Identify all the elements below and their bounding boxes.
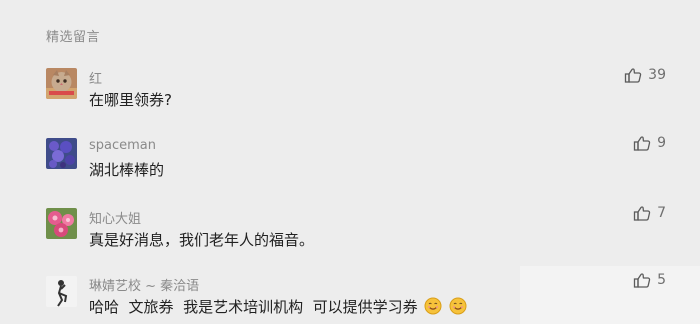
comment-text: 哈哈 文旅券 我是艺术培训机构 可以提供学习券 — [89, 296, 467, 319]
smile-emoji-icon — [449, 297, 467, 319]
like-count: 9 — [657, 135, 666, 151]
thumbs-up-icon — [633, 206, 651, 221]
avatar[interactable] — [46, 68, 77, 99]
dancer-avatar-icon — [46, 276, 77, 307]
thumbs-up-icon — [633, 136, 651, 151]
like-count: 7 — [657, 205, 666, 221]
smile-emoji-icon — [424, 297, 442, 319]
flower-avatar-icon — [46, 138, 77, 169]
rose-avatar-icon — [46, 208, 77, 239]
like-button[interactable]: 9 — [633, 135, 666, 151]
comment-item: spaceman 湖北棒棒的 9 — [0, 134, 700, 194]
avatar[interactable] — [46, 138, 77, 169]
like-count: 5 — [657, 272, 666, 288]
like-button[interactable]: 5 — [633, 272, 666, 288]
thumbs-up-icon — [633, 273, 651, 288]
like-button[interactable]: 39 — [624, 67, 666, 83]
thumbs-up-icon — [625, 68, 642, 83]
comment-item: 琳婧艺校 ~ 秦洽语 哈哈 文旅券 我是艺术培训机构 可以提供学习券 5 — [0, 272, 700, 324]
comment-item: 知心大姐 真是好消息，我们老年人的福音。 7 — [0, 204, 700, 264]
avatar[interactable] — [46, 276, 77, 307]
like-count: 39 — [648, 67, 666, 83]
comment-author: spaceman — [89, 138, 157, 153]
like-button[interactable]: 7 — [633, 205, 666, 221]
avatar[interactable] — [46, 208, 77, 239]
comment-author: 红 — [89, 72, 103, 87]
section-title: 精选留言 — [46, 30, 101, 45]
cat-avatar-icon — [46, 68, 77, 99]
comment-text: 在哪里领券? — [89, 91, 172, 109]
comment-text: 湖北棒棒的 — [89, 161, 165, 179]
comments-page: 精选留言 红 在哪里领券? 39 spaceman 湖北棒棒的 9 知心大姐 真… — [0, 0, 700, 324]
comment-author: 琳婧艺校 ~ 秦洽语 — [89, 279, 200, 294]
comment-author: 知心大姐 — [89, 212, 142, 227]
comment-text: 真是好消息，我们老年人的福音。 — [89, 231, 315, 249]
comment-text-main: 哈哈 文旅券 我是艺术培训机构 可以提供学习券 — [89, 298, 418, 316]
comment-item: 红 在哪里领券? 39 — [0, 64, 700, 124]
